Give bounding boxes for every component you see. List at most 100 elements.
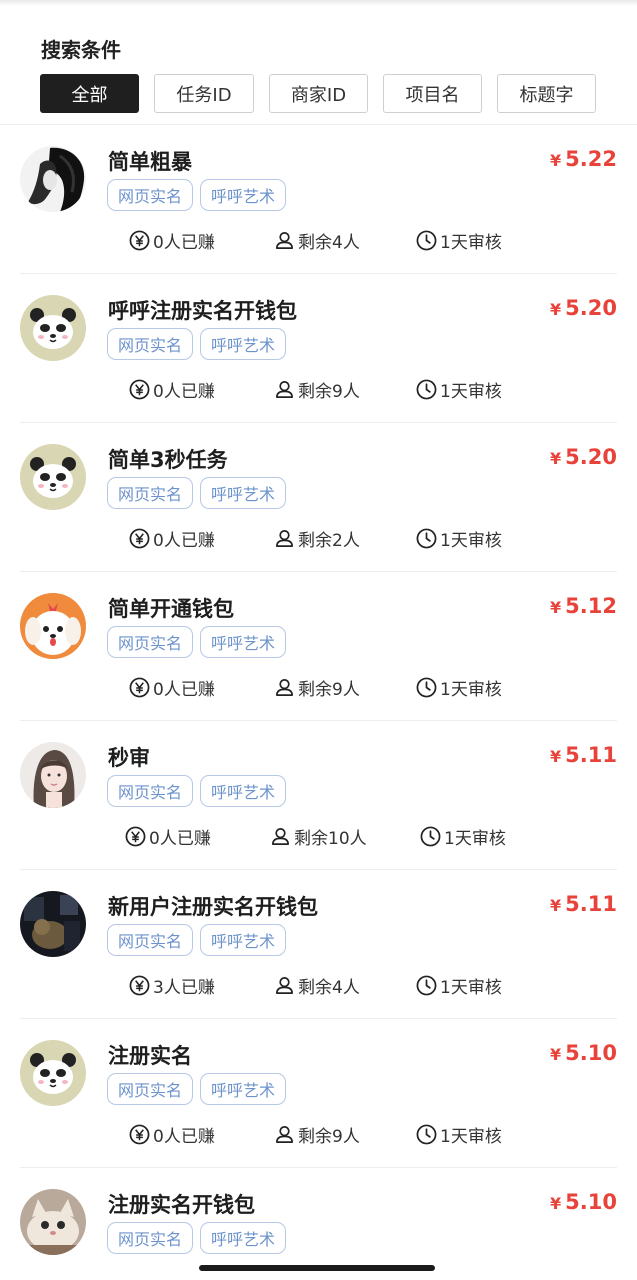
task-tags: 网页实名 呼呼艺术 (107, 626, 293, 658)
tag-project-type: 网页实名 (107, 626, 194, 658)
merchant-avatar[interactable] (20, 891, 86, 957)
currency-symbol: ¥ (550, 896, 562, 915)
tag-merchant: 呼呼艺术 (200, 1222, 287, 1254)
filter-all-button[interactable]: 全部 (40, 74, 139, 113)
task-item[interactable]: 注册实名开钱包 ¥5.10 网页实名 呼呼艺术 (0, 1168, 637, 1280)
task-item[interactable]: 秒审 ¥5.11 网页实名 呼呼艺术 0人已赚 剩余10人 1天审核 (0, 721, 637, 870)
yen-circle-icon (129, 1124, 150, 1145)
task-stats: 0人已赚 剩余2人 1天审核 (129, 526, 519, 551)
merchant-avatar[interactable] (20, 1040, 86, 1106)
tag-project-type: 网页实名 (107, 179, 194, 211)
remaining-text: 剩余2人 (298, 531, 360, 551)
task-reward: ¥5.11 (550, 743, 617, 767)
task-reward: ¥5.11 (550, 892, 617, 916)
earned-text: 0人已赚 (153, 680, 215, 700)
reward-amount: 5.10 (565, 1041, 617, 1065)
filter-bar: 全部 任务ID 商家ID 项目名 标题字 (40, 74, 611, 113)
review-time: 1天审核 (416, 973, 502, 998)
filter-merchant-id-button[interactable]: 商家ID (269, 74, 368, 113)
task-item[interactable]: 呼呼注册实名开钱包 ¥5.20 网页实名 呼呼艺术 0人已赚 剩余9人 1天审核 (0, 274, 637, 423)
user-icon (276, 530, 293, 547)
yen-circle-icon (129, 975, 150, 996)
review-text: 1天审核 (444, 829, 506, 849)
earned-count: 0人已赚 (129, 377, 215, 402)
clock-icon (420, 826, 441, 847)
user-icon (272, 828, 289, 845)
merchant-avatar[interactable] (20, 593, 86, 659)
review-text: 1天审核 (440, 382, 502, 402)
task-item[interactable]: 简单粗暴 ¥5.22 网页实名 呼呼艺术 0人已赚 剩余4人 1天审核 (0, 125, 637, 274)
filter-project-name-button[interactable]: 项目名 (383, 74, 482, 113)
merchant-avatar[interactable] (20, 295, 86, 361)
clock-icon (416, 528, 437, 549)
reward-amount: 5.11 (565, 743, 617, 767)
task-title: 秒审 (108, 746, 150, 770)
merchant-avatar[interactable] (20, 1189, 86, 1255)
tag-merchant: 呼呼艺术 (200, 775, 287, 807)
task-list: 简单粗暴 ¥5.22 网页实名 呼呼艺术 0人已赚 剩余4人 1天审核 呼呼注册实名开钱包 ¥5… (0, 125, 637, 1280)
clock-icon (416, 975, 437, 996)
remaining-count: 剩余9人 (274, 377, 360, 402)
tag-project-type: 网页实名 (107, 924, 194, 956)
task-title: 简单粗暴 (108, 150, 192, 174)
task-tags: 网页实名 呼呼艺术 (107, 775, 293, 807)
filter-task-id-button[interactable]: 任务ID (154, 74, 254, 113)
user-icon (276, 1126, 293, 1143)
task-item[interactable]: 简单3秒任务 ¥5.20 网页实名 呼呼艺术 0人已赚 剩余2人 1天审核 (0, 423, 637, 572)
user-icon (276, 977, 293, 994)
tag-project-type: 网页实名 (107, 1073, 194, 1105)
task-stats: 0人已赚 剩余10人 1天审核 (125, 824, 519, 849)
earned-count: 0人已赚 (129, 1122, 215, 1147)
currency-symbol: ¥ (550, 300, 562, 319)
remaining-count: 剩余2人 (274, 526, 360, 551)
user-icon (276, 679, 293, 696)
remaining-text: 剩余9人 (298, 1127, 360, 1147)
task-reward: ¥5.20 (550, 445, 617, 469)
task-tags: 网页实名 呼呼艺术 (107, 924, 293, 956)
filter-title-keyword-button[interactable]: 标题字 (497, 74, 596, 113)
task-tags: 网页实名 呼呼艺术 (107, 328, 293, 360)
search-conditions-title: 搜索条件 (41, 38, 121, 62)
tag-project-type: 网页实名 (107, 1222, 194, 1254)
task-item[interactable]: 注册实名 ¥5.10 网页实名 呼呼艺术 0人已赚 剩余9人 1天审核 (0, 1019, 637, 1168)
yen-circle-icon (129, 230, 150, 251)
remaining-text: 剩余4人 (298, 978, 360, 998)
reward-amount: 5.12 (565, 594, 617, 618)
earned-text: 0人已赚 (153, 382, 215, 402)
task-stats: 0人已赚 剩余9人 1天审核 (129, 675, 519, 700)
currency-symbol: ¥ (550, 151, 562, 170)
task-item[interactable]: 简单开通钱包 ¥5.12 网页实名 呼呼艺术 0人已赚 剩余9人 1天审核 (0, 572, 637, 721)
currency-symbol: ¥ (550, 747, 562, 766)
currency-symbol: ¥ (550, 1045, 562, 1064)
task-reward: ¥5.10 (550, 1190, 617, 1214)
task-reward: ¥5.20 (550, 296, 617, 320)
currency-symbol: ¥ (550, 449, 562, 468)
task-tags: 网页实名 呼呼艺术 (107, 179, 293, 211)
task-title: 呼呼注册实名开钱包 (108, 299, 297, 323)
tag-merchant: 呼呼艺术 (200, 924, 287, 956)
remaining-count: 剩余10人 (270, 824, 367, 849)
currency-symbol: ¥ (550, 598, 562, 617)
task-title: 简单开通钱包 (108, 597, 234, 621)
clock-icon (416, 230, 437, 251)
tag-merchant: 呼呼艺术 (200, 626, 287, 658)
task-stats: 0人已赚 剩余4人 1天审核 (129, 228, 519, 253)
earned-text: 0人已赚 (153, 233, 215, 253)
merchant-avatar[interactable] (20, 742, 86, 808)
merchant-avatar[interactable] (20, 146, 86, 212)
task-tags: 网页实名 呼呼艺术 (107, 1222, 293, 1254)
tag-project-type: 网页实名 (107, 328, 194, 360)
merchant-avatar[interactable] (20, 444, 86, 510)
earned-text: 0人已赚 (149, 829, 211, 849)
task-item[interactable]: 新用户注册实名开钱包 ¥5.11 网页实名 呼呼艺术 3人已赚 剩余4人 1天审核 (0, 870, 637, 1019)
tag-merchant: 呼呼艺术 (200, 179, 287, 211)
remaining-count: 剩余9人 (274, 675, 360, 700)
tag-merchant: 呼呼艺术 (200, 477, 287, 509)
task-stats: 0人已赚 剩余9人 1天审核 (129, 1122, 519, 1147)
remaining-text: 剩余9人 (298, 382, 360, 402)
clock-icon (416, 379, 437, 400)
tag-project-type: 网页实名 (107, 477, 194, 509)
review-time: 1天审核 (416, 228, 502, 253)
earned-count: 0人已赚 (125, 824, 211, 849)
review-time: 1天审核 (420, 824, 506, 849)
